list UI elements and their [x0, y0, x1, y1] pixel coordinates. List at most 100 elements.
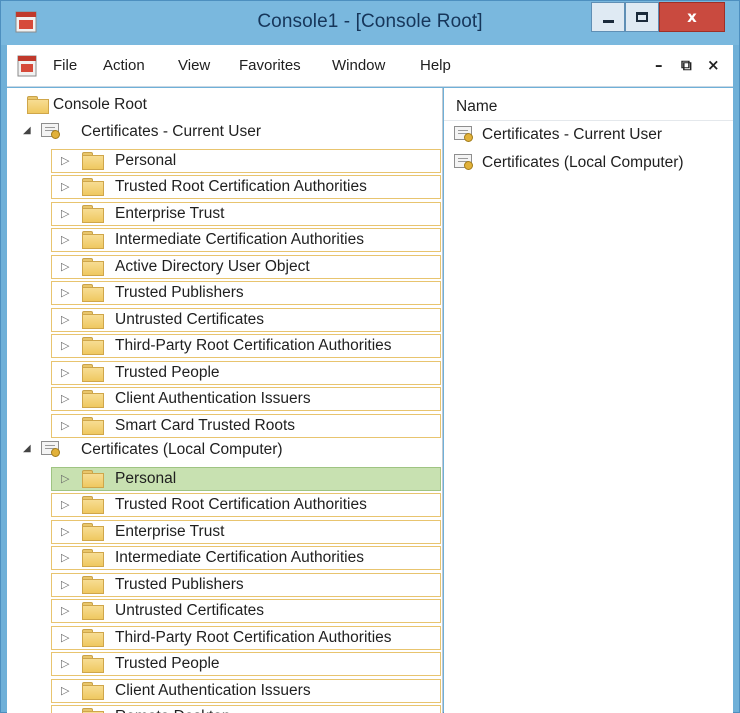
title-bar[interactable]: Console1 - [Console Root] x [1, 1, 739, 45]
tree-node-label: Trusted Root Certification Authorities [115, 496, 367, 513]
menu-view[interactable]: View [178, 57, 210, 74]
console-document-icon[interactable] [17, 55, 37, 77]
tree-node-trusted-publishers[interactable]: ▷ Trusted Publishers [51, 572, 441, 597]
collapsed-arrow-icon[interactable]: ▷ [61, 551, 69, 564]
tree-node-smart-card-trusted-roots[interactable]: ▷ Smart Card Trusted Roots [51, 413, 441, 438]
collapsed-arrow-icon[interactable]: ▷ [61, 366, 69, 379]
tree-node-trusted-people[interactable]: ▷ Trusted People [51, 360, 441, 385]
tree-node-remote-desktop[interactable]: ▷Remote Desktop [51, 705, 441, 713]
tree-node-label: Third-Party Root Certification Authoriti… [115, 337, 392, 354]
collapsed-arrow-icon[interactable]: ▷ [61, 180, 69, 193]
maximize-button[interactable] [625, 2, 659, 32]
tree-node-enterprise-trust[interactable]: ▷ Enterprise Trust [51, 519, 441, 544]
expanded-arrow-icon[interactable]: ◢ [23, 125, 37, 139]
collapsed-arrow-icon[interactable]: ▷ [61, 525, 69, 538]
list-item-label: Certificates (Local Computer) [482, 154, 684, 171]
collapsed-arrow-icon[interactable]: ▷ [61, 339, 69, 352]
tree-node-intermediate-certification-authorities[interactable]: ▷ Intermediate Certification Authorities [51, 228, 441, 252]
menu-favorites[interactable]: Favorites [239, 57, 301, 74]
collapsed-arrow-icon[interactable]: ▷ [61, 684, 69, 697]
close-icon: x [687, 8, 697, 26]
collapsed-arrow-icon[interactable]: ▷ [61, 578, 69, 591]
folder-icon [82, 178, 104, 196]
menu-help[interactable]: Help [420, 57, 451, 74]
certificate-snapin-icon [454, 153, 476, 171]
maximize-icon [636, 12, 648, 22]
certificate-snapin-icon [41, 122, 63, 140]
collapsed-arrow-icon[interactable]: ▷ [61, 419, 69, 432]
collapsed-arrow-icon[interactable]: ▷ [61, 657, 69, 670]
tree-node-label: Remote Desktop [115, 708, 230, 713]
folder-icon [82, 337, 104, 355]
tree-node-label: Active Directory User Object [115, 257, 310, 275]
list-item-label: Certificates - Current User [482, 126, 663, 143]
collapsed-arrow-icon[interactable]: ▷ [61, 631, 69, 644]
tree-node-trusted-people[interactable]: ▷ Trusted People [51, 652, 441, 676]
collapsed-arrow-icon[interactable]: ▷ [61, 260, 69, 273]
collapsed-arrow-icon[interactable]: ▷ [61, 286, 69, 299]
child-close-icon[interactable]: × [707, 56, 720, 74]
collapsed-arrow-icon[interactable]: ▷ [61, 154, 69, 167]
menu-action[interactable]: Action [103, 57, 145, 74]
tree-node-trusted-root-certification-authorities[interactable]: ▷ Trusted Root Certification Authorities [51, 175, 441, 199]
folder-icon [82, 231, 104, 249]
tree-node-trusted-publishers[interactable]: ▷ Trusted Publishers [51, 281, 441, 305]
collapsed-arrow-icon[interactable]: ▷ [61, 472, 69, 485]
folder-icon [82, 708, 104, 713]
tree-node-active-directory-user-object[interactable]: ▷ Active Directory User Object [51, 254, 441, 279]
folder-icon [82, 257, 104, 276]
collapsed-arrow-icon[interactable]: ▷ [61, 207, 69, 220]
tree-node-client-authentication-issuers[interactable]: ▷ Client Authentication Issuers [51, 387, 441, 411]
tree-node-personal[interactable]: ▷ Personal [51, 148, 441, 173]
folder-icon [82, 284, 104, 302]
folder-icon [82, 496, 104, 514]
tree-node-third-party-root-certification-authorities[interactable]: ▷ Third-Party Root Certification Authorit… [51, 334, 441, 358]
tree-node-label: Untrusted Certificates [115, 602, 265, 619]
folder-icon [82, 549, 104, 567]
collapsed-arrow-icon[interactable]: ▷ [61, 498, 69, 511]
collapsed-arrow-icon[interactable]: ▷ [61, 313, 69, 326]
header-divider [444, 120, 733, 121]
menu-window[interactable]: Window [332, 57, 385, 74]
folder-icon [82, 204, 104, 223]
collapsed-arrow-icon[interactable]: ▷ [61, 392, 69, 405]
tree-node-enterprise-trust[interactable]: ▷ Enterprise Trust [51, 201, 441, 226]
child-restore-icon[interactable]: ⧉ [681, 56, 692, 74]
tree-node-label: Trusted Publishers [115, 284, 244, 301]
tree-node-label: Certificates (Local Computer) [81, 441, 283, 458]
folder-icon [82, 575, 104, 594]
minimize-button[interactable] [591, 2, 625, 32]
expanded-arrow-icon[interactable]: ◢ [23, 443, 37, 457]
tree-node-label: Client Authentication Issuers [115, 681, 311, 699]
tree-node-label: Enterprise Trust [115, 204, 225, 222]
tree-node-label: Intermediate Certification Authorities [115, 549, 364, 566]
tree-node-trusted-root-certification-authorities[interactable]: ▷ Trusted Root Certification Authorities [51, 493, 441, 517]
tree-node-intermediate-certification-authorities[interactable]: ▷ Intermediate Certification Authorities [51, 546, 441, 570]
tree-node-untrusted-certificates[interactable]: ▷ Untrusted Certificates [51, 307, 441, 332]
collapsed-arrow-icon[interactable]: ▷ [61, 233, 69, 246]
tree-node-label: Untrusted Certificates [115, 310, 265, 328]
minimize-icon [602, 20, 614, 23]
tree-node-label: Personal [115, 469, 177, 487]
tree-node-label: Trusted Publishers [115, 575, 244, 593]
menu-file[interactable]: File [53, 57, 77, 74]
collapsed-arrow-icon[interactable]: ▷ [61, 604, 69, 617]
certificate-snapin-icon [41, 440, 63, 458]
tree-node-label: Enterprise Trust [115, 522, 225, 540]
folder-icon [82, 628, 104, 647]
tree-node-label: Intermediate Certification Authorities [115, 231, 364, 248]
tree-node-label: Trusted People [115, 363, 220, 381]
details-pane: Name Certificates - Current User Certific… [444, 88, 733, 713]
certificate-snapin-icon [454, 125, 476, 143]
tree-node-client-authentication-issuers[interactable]: ▷ Client Authentication Issuers [51, 678, 441, 703]
folder-icon [82, 469, 104, 488]
close-button[interactable]: x [659, 2, 725, 32]
tree-node-untrusted-certificates[interactable]: ▷ Untrusted Certificates [51, 599, 441, 623]
tree-node-third-party-root-certification-authorities[interactable]: ▷ Third-Party Root Certification Authorit… [51, 625, 441, 650]
tree-node-label: Console Root [53, 96, 147, 113]
menu-bar: File Action View Favorites Window Help –… [7, 45, 733, 87]
tree-node-personal[interactable]: ▷ Personal [51, 466, 441, 491]
folder-icon [82, 416, 104, 435]
name-column-header[interactable]: Name [456, 98, 497, 116]
child-minimize-icon[interactable]: – [655, 56, 663, 74]
